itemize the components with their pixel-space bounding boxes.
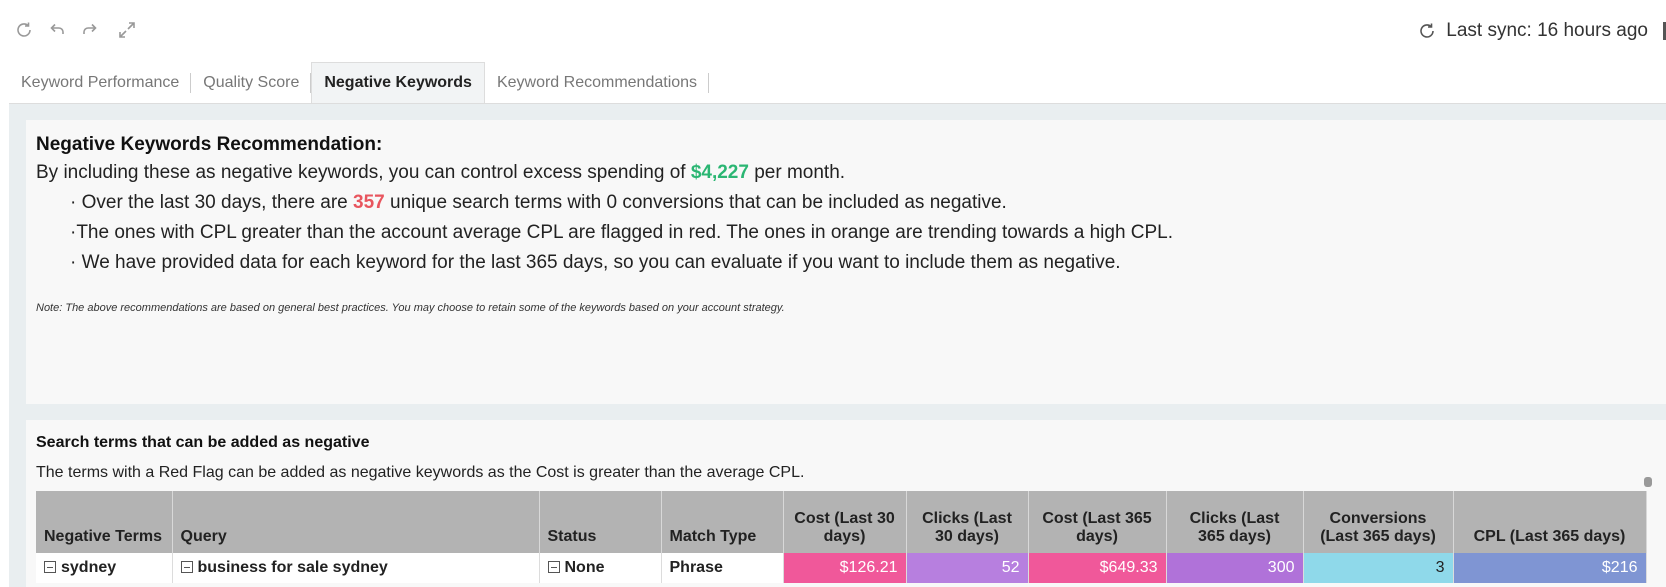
negative-term-text: sydney <box>61 559 117 576</box>
cell-negative-term[interactable]: sydney <box>36 553 173 583</box>
cell-clicks-30: 52 <box>906 553 1029 583</box>
table-header-row: Negative Terms Query Status Match Type C… <box>36 491 1647 553</box>
header-cost-30[interactable]: Cost (Last 30 days) <box>783 491 907 553</box>
bullet-365-data: · We have provided data for each keyword… <box>70 252 1656 274</box>
cell-cost-365: $649.33 <box>1028 553 1167 583</box>
status-text: None <box>564 559 605 576</box>
table-row[interactable]: sydney business for sale sydney None Phr… <box>36 553 1647 583</box>
collapse-icon[interactable] <box>180 561 193 573</box>
bullet-char: · <box>70 192 77 213</box>
undo-icon[interactable] <box>46 19 68 41</box>
bullet-text-end: unique search terms with 0 conversions t… <box>384 192 1007 213</box>
bullet-text: We have provided data for each keyword f… <box>76 252 1121 273</box>
cell-status[interactable]: None <box>539 553 662 583</box>
cell-query[interactable]: business for sale sydney <box>172 553 540 583</box>
query-text: business for sale sydney <box>197 559 388 576</box>
recommendation-note: Note: The above recommendations are base… <box>36 302 785 314</box>
recommendation-summary: By including these as negative keywords,… <box>36 162 1656 184</box>
cell-clicks-365: 300 <box>1166 553 1304 583</box>
tab-quality-score[interactable]: Quality Score <box>191 62 312 103</box>
summary-text: By including these as negative keywords,… <box>36 162 691 183</box>
tab-keyword-performance[interactable]: Keyword Performance <box>9 62 192 103</box>
header-query[interactable]: Query <box>172 491 540 553</box>
collapse-icon[interactable] <box>547 561 560 573</box>
collapse-icon[interactable] <box>44 561 56 573</box>
bullet-text: Over the last 30 days, there are <box>81 192 354 213</box>
sync-icon[interactable] <box>1416 20 1438 42</box>
bullet-text: The ones with CPL greater than the accou… <box>76 222 1174 243</box>
header-status[interactable]: Status <box>539 491 662 553</box>
savings-amount: $4,227 <box>690 162 749 183</box>
redo-icon[interactable] <box>79 19 101 41</box>
tab-negative-keywords[interactable]: Negative Keywords <box>311 62 485 103</box>
table-description: The terms with a Red Flag can be added a… <box>36 464 805 481</box>
recommendation-title: Negative Keywords Recommendation: <box>36 134 383 155</box>
negative-terms-table: Negative Terms Query Status Match Type C… <box>36 491 1647 583</box>
header-cpl-365[interactable]: CPL (Last 365 days) <box>1453 491 1647 553</box>
cell-match-type: Phrase <box>661 553 784 583</box>
header-clicks-30[interactable]: Clicks (Last 30 days) <box>906 491 1029 553</box>
header-conversions-365[interactable]: Conversions (Last 365 days) <box>1303 491 1454 553</box>
header-clicks-365[interactable]: Clicks (Last 365 days) <box>1166 491 1304 553</box>
search-term-count: 357 <box>353 192 385 213</box>
header-match-type[interactable]: Match Type <box>661 491 784 553</box>
cell-cost-30: $126.21 <box>783 553 907 583</box>
refresh-icon[interactable] <box>13 19 35 41</box>
tab-bar: Keyword Performance Quality Score Negati… <box>9 62 1666 104</box>
tab-keyword-recommendations[interactable]: Keyword Recommendations <box>485 62 710 103</box>
negative-terms-panel: Search terms that can be added as negati… <box>26 420 1666 587</box>
cell-cpl-365: $216 <box>1453 553 1647 583</box>
cell-conversions-365: 3 <box>1303 553 1454 583</box>
header-cost-365[interactable]: Cost (Last 365 days) <box>1028 491 1167 553</box>
bullet-search-terms: · Over the last 30 days, there are 357 u… <box>70 192 1656 214</box>
fullscreen-icon[interactable] <box>116 19 138 41</box>
header-negative-terms[interactable]: Negative Terms <box>36 491 173 553</box>
recommendation-panel: Negative Keywords Recommendation: By inc… <box>26 120 1666 404</box>
table-title: Search terms that can be added as negati… <box>36 434 370 451</box>
bullet-cpl-flags: ·The ones with CPL greater than the acco… <box>70 222 1656 244</box>
table-scrollbar[interactable] <box>1644 477 1652 487</box>
sync-status: Last sync: 16 hours ago <box>1416 20 1648 42</box>
sync-label: Last sync: 16 hours ago <box>1446 20 1648 41</box>
summary-text-end: per month. <box>748 162 846 183</box>
toolbar: Last sync: 16 hours ago <box>0 0 1666 62</box>
